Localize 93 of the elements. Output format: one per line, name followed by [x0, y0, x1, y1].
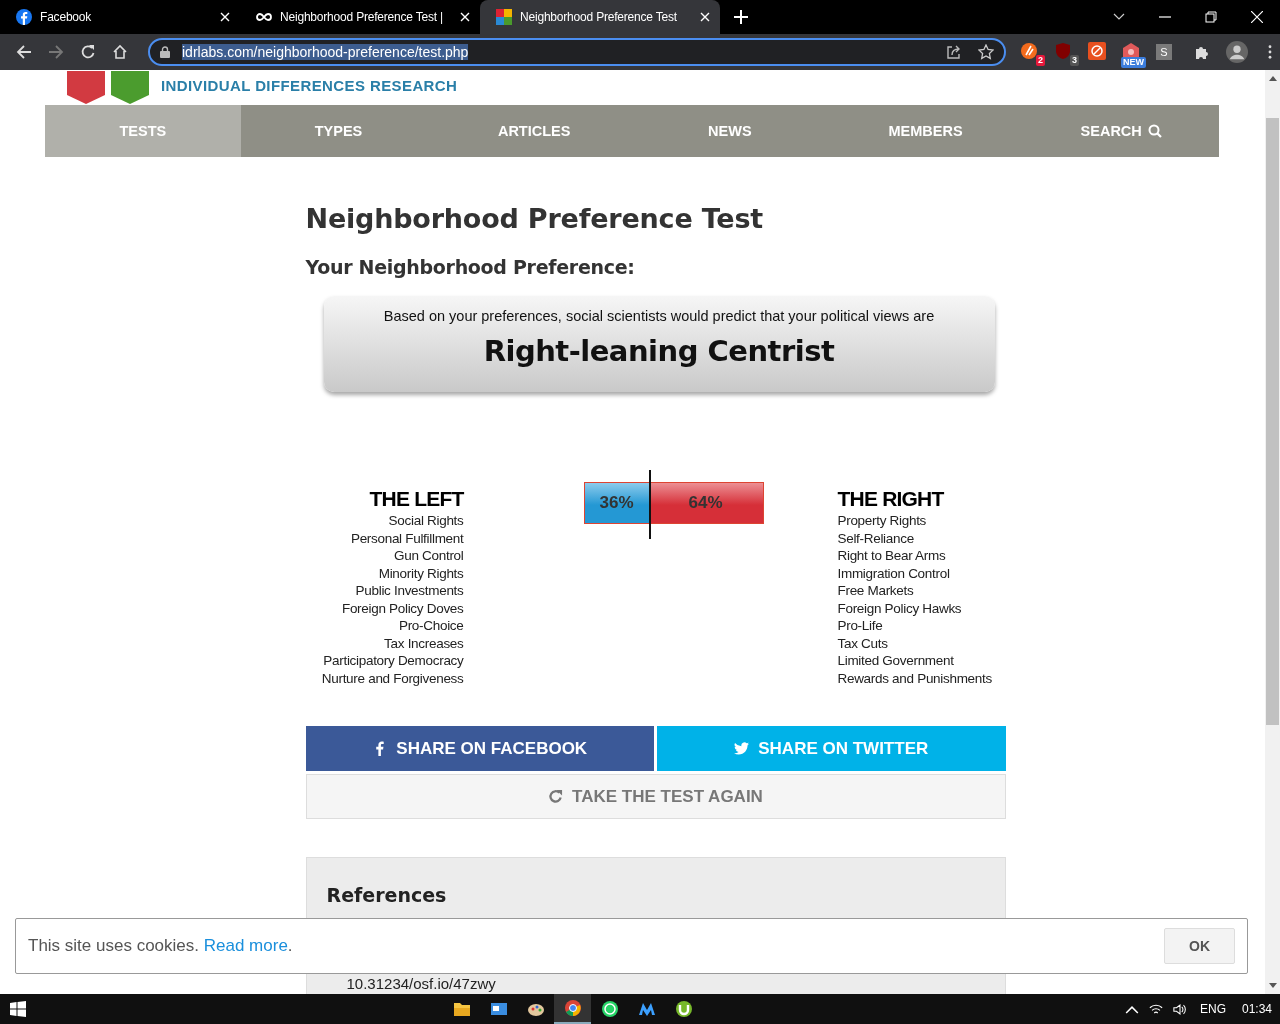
value-label: Gun Control — [394, 547, 464, 565]
nav-link[interactable]: ARTICLES — [436, 105, 632, 157]
wifi-icon[interactable] — [1148, 1002, 1163, 1016]
search-icon[interactable] — [1147, 124, 1162, 138]
value-label: Tax Cuts — [837, 634, 888, 652]
reload-icon[interactable] — [80, 44, 96, 60]
avatar-icon[interactable] — [1226, 41, 1248, 63]
scrollbar[interactable] — [1265, 70, 1280, 994]
result-intro: Based on your preferences, social scientists would predict that your political views are — [383, 308, 935, 324]
url-text: idrlabs.com/neighborhood-preference/test.php — [182, 44, 469, 60]
bird-icon — [734, 741, 750, 756]
percent-label: 36% — [599, 493, 634, 513]
torrent-icon — [675, 1000, 693, 1018]
up-arrow-icon[interactable] — [1268, 76, 1277, 81]
value-label: Minority Rights — [378, 564, 464, 582]
column-heading: THE RIGHT — [837, 486, 944, 512]
down-arrow-icon[interactable] — [1268, 983, 1277, 988]
extension-button[interactable]: S — [1156, 44, 1172, 60]
value-label: Foreign Policy Doves — [341, 599, 464, 617]
section-heading: Your Neighborhood Preference: — [305, 256, 636, 278]
value-label: Pro-Choice — [398, 617, 464, 635]
result-label: Right-leaning Centrist — [483, 334, 835, 368]
nav-link[interactable]: SEARCH — [1023, 105, 1220, 157]
count-badge: NEW — [1121, 57, 1146, 68]
forward-icon[interactable] — [48, 44, 64, 60]
value-label: Property Rights — [837, 512, 927, 530]
browser-tab[interactable]: Neighborhood Preference Test — [480, 0, 720, 34]
puzzle-icon[interactable] — [1194, 44, 1210, 60]
references-heading: References — [326, 884, 448, 906]
share-icon[interactable] — [946, 44, 962, 60]
browser-tab[interactable]: Facebook — [0, 0, 240, 34]
clock[interactable]: 01:34 — [1242, 1002, 1272, 1016]
value-label: Foreign Policy Hawks — [837, 599, 962, 617]
percent-label: 64% — [688, 493, 723, 513]
close-icon[interactable] — [700, 12, 710, 22]
value-label: Social Rights — [388, 512, 464, 530]
scroll-thumb[interactable] — [1266, 118, 1279, 725]
lock-icon — [160, 46, 170, 58]
value-label: Tax Increases — [384, 634, 464, 652]
value-label: Limited Government — [837, 652, 954, 670]
address-bar[interactable]: idrlabs.com/neighborhood-preference/test.php — [148, 38, 1006, 66]
page-title: Neighborhood Preference Test — [305, 203, 764, 234]
value-label: Rewards and Punishments — [837, 669, 992, 687]
close-icon[interactable] — [1251, 11, 1263, 23]
nav-link[interactable]: TYPES — [240, 105, 437, 157]
reload-icon — [548, 789, 564, 804]
reference-text: 10.31234/osf.io/47zwy — [345, 976, 497, 991]
tab-title: Facebook — [40, 10, 93, 24]
close-icon[interactable] — [220, 12, 230, 22]
home-icon[interactable] — [112, 44, 128, 60]
count-badge: 3 — [1070, 55, 1079, 66]
restore-icon[interactable] — [1205, 11, 1217, 23]
value-label: Free Markets — [837, 582, 914, 600]
column-heading: THE LEFT — [369, 486, 464, 512]
value-label: Right to Bear Arms — [837, 547, 946, 565]
squares-icon — [496, 9, 512, 25]
share-button[interactable]: SHARE ON TWITTER — [657, 726, 1006, 771]
menu-icon[interactable] — [1268, 45, 1272, 59]
value-label: Self-Reliance — [837, 529, 914, 547]
folder-icon — [453, 1000, 471, 1018]
nav-link[interactable]: MEMBERS — [827, 105, 1024, 157]
value-label: Public Investments — [355, 582, 464, 600]
browser-tab[interactable]: Neighborhood Preference Test | — [240, 0, 480, 34]
ok-button[interactable]: OK — [1164, 928, 1235, 964]
value-label: Participatory Democracy — [323, 652, 464, 670]
back-icon[interactable] — [16, 44, 32, 60]
window-icon — [490, 1000, 508, 1018]
value-label: Pro-Life — [837, 617, 883, 635]
logo-icon — [16, 9, 32, 25]
share-button[interactable]: SHARE ON FACEBOOK — [305, 726, 654, 771]
logo-icon — [65, 71, 151, 105]
retake-button[interactable]: TAKE THE TEST AGAIN — [305, 774, 1006, 819]
speaker-icon[interactable] — [1172, 1002, 1187, 1016]
value-label: Immigration Control — [837, 564, 950, 582]
count-badge: 2 — [1036, 55, 1045, 66]
browser-icon — [564, 999, 582, 1017]
read-more-link[interactable]: Read more — [203, 936, 288, 955]
nav-link[interactable]: NEWS — [632, 105, 828, 157]
tab-title: Neighborhood Preference Test | — [280, 10, 444, 24]
tab-title: Neighborhood Preference Test — [520, 10, 678, 24]
close-icon[interactable] — [460, 12, 470, 22]
block-icon[interactable] — [1088, 42, 1106, 60]
windows-icon[interactable] — [10, 1001, 26, 1017]
divider-line — [648, 470, 651, 539]
star-icon[interactable] — [978, 44, 994, 60]
cookie-message: This site uses cookies. Read more. — [28, 936, 293, 956]
value-label: Personal Fulfillment — [350, 529, 464, 547]
nav-link[interactable]: TESTS — [45, 105, 241, 157]
language-indicator[interactable]: ENG — [1199, 1002, 1226, 1016]
plus-icon[interactable] — [734, 10, 748, 24]
value-label: Nurture and Forgiveness — [321, 669, 464, 687]
taskbar-app[interactable] — [554, 994, 592, 1024]
tagline: INDIVIDUAL DIFFERENCES RESEARCH — [161, 77, 458, 96]
